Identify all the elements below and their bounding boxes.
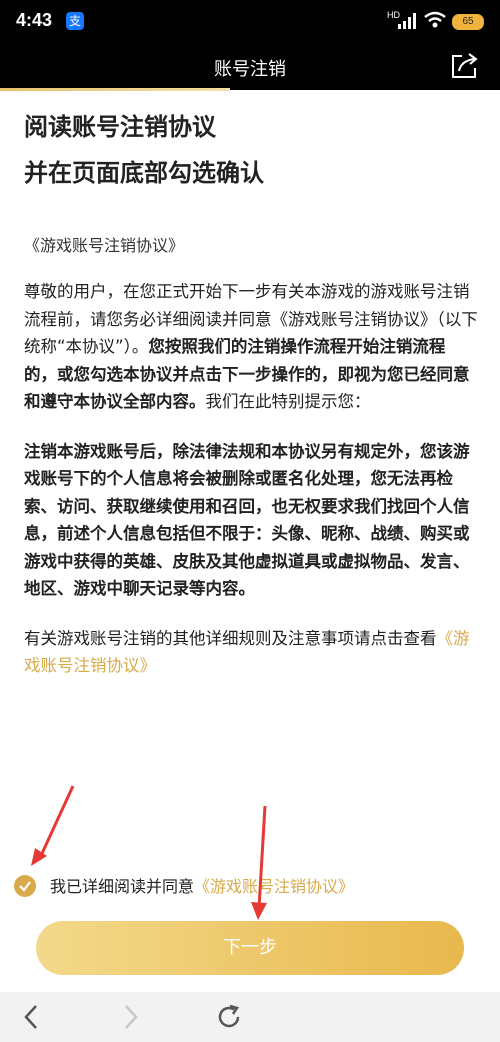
heading: 阅读账号注销协议 并在页面底部勾选确认 (24, 104, 478, 196)
header-accent-line (0, 88, 230, 91)
signal-icon (398, 13, 416, 29)
annotation-arrow-right (251, 805, 267, 920)
status-bar: 4:43 支 HD 65 (0, 0, 500, 42)
consent-row[interactable]: 我已详细阅读并同意《游戏账号注销协议》 (14, 874, 354, 899)
forward-icon[interactable] (118, 1002, 142, 1032)
annotation-arrow-left (31, 785, 75, 866)
agreement-paragraph-1: 尊敬的用户，在您正式开始下一步有关本游戏的游戏账号注销流程前，请您务必详细阅读并… (24, 278, 478, 416)
consent-checkbox[interactable] (14, 874, 36, 897)
consent-text: 我已详细阅读并同意 (50, 877, 195, 896)
heading-line-1: 阅读账号注销协议 (24, 113, 216, 141)
heading-line-2: 并在页面底部勾选确认 (24, 159, 264, 187)
share-icon[interactable] (450, 52, 480, 80)
alipay-app-icon: 支 (66, 12, 84, 30)
wifi-icon (424, 11, 446, 28)
page-title: 账号注销 (214, 59, 286, 80)
agreement-paragraph-3: 有关游戏账号注销的其他详细规则及注意事项请点击查看《游戏账号注销协议》 (24, 625, 478, 680)
p1-tail-text: 我们在此特别提示您： (205, 392, 371, 411)
status-time: 4:43 (16, 10, 53, 30)
agreement-name: 《游戏账号注销协议》 (24, 236, 185, 255)
agreement-content: 阅读账号注销协议 并在页面底部勾选确认 《游戏账号注销协议》 尊敬的用户，在您正… (24, 96, 478, 680)
back-icon[interactable] (20, 1002, 44, 1032)
browser-navigation-bar (0, 992, 500, 1042)
refresh-icon[interactable] (214, 1002, 244, 1032)
agreement-paragraph-2: 注销本游戏账号后，除法律法规和本协议另有规定外，您该游戏账号下的个人信息将会被删… (24, 438, 478, 603)
p2-bold-text: 注销本游戏账号后，除法律法规和本协议另有规定外，您该游戏账号下的个人信息将会被删… (24, 441, 470, 599)
p3-text: 有关游戏账号注销的其他详细规则及注意事项请点击查看 (24, 628, 437, 648)
battery-indicator: 65 (451, 13, 485, 31)
title-bar: 账号注销 (0, 42, 500, 90)
check-icon (19, 880, 31, 892)
next-step-button[interactable]: 下一步 (36, 921, 464, 975)
